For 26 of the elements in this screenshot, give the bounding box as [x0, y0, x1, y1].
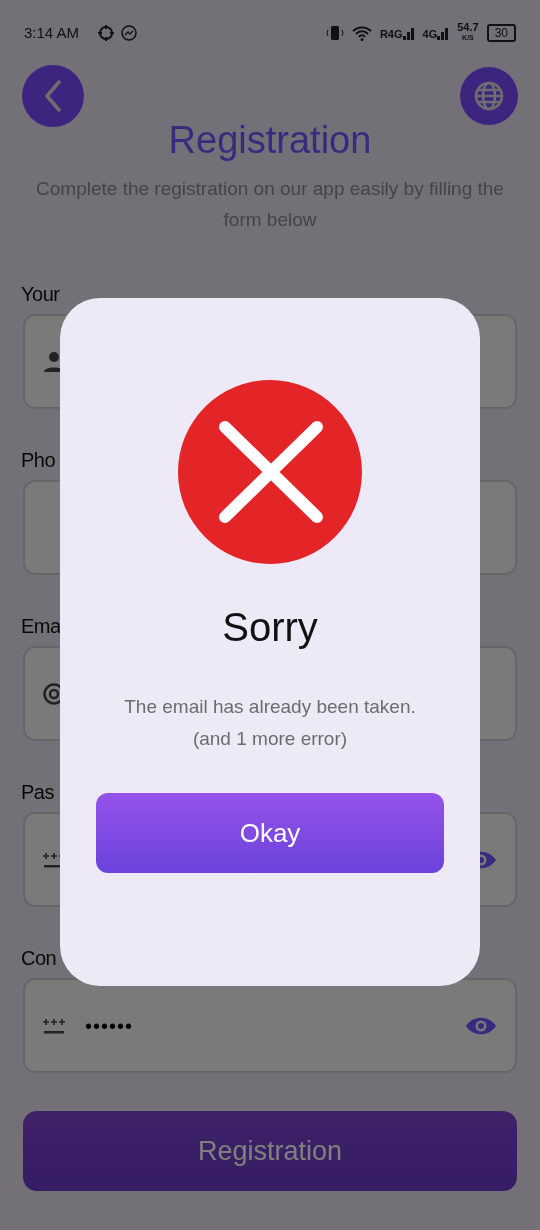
- signal-icon: [437, 26, 450, 40]
- field-label: Pho: [21, 448, 56, 473]
- globe-icon: [473, 80, 505, 112]
- field-label: Ema: [21, 614, 61, 639]
- field-label: Con: [21, 946, 57, 971]
- okay-button[interactable]: Okay: [96, 793, 444, 873]
- error-detail: (and 1 more error): [191, 727, 349, 751]
- page-title: Registration: [167, 121, 373, 159]
- vibrate-icon: [325, 25, 344, 41]
- wifi-icon: [351, 25, 372, 41]
- field-label: Pas: [21, 780, 54, 805]
- status-time: 3:14 AM: [24, 22, 80, 43]
- chevron-left-icon: [43, 80, 63, 112]
- battery-indicator: 30: [486, 24, 516, 42]
- password-icon: [43, 1016, 65, 1035]
- registration-button[interactable]: Registration: [23, 1111, 517, 1191]
- field-label: Your: [21, 282, 60, 307]
- signal-icon: [402, 26, 415, 40]
- network-label: 4G: [422, 29, 438, 40]
- error-message: The email has already been taken.: [124, 695, 416, 719]
- network-label: R4G: [379, 29, 403, 40]
- error-icon: [177, 379, 363, 565]
- dialog-title: Sorry: [222, 607, 318, 647]
- messenger-icon: [121, 25, 138, 41]
- password-field[interactable]: ••••••: [23, 978, 517, 1073]
- speed-value: 54.7: [457, 22, 479, 34]
